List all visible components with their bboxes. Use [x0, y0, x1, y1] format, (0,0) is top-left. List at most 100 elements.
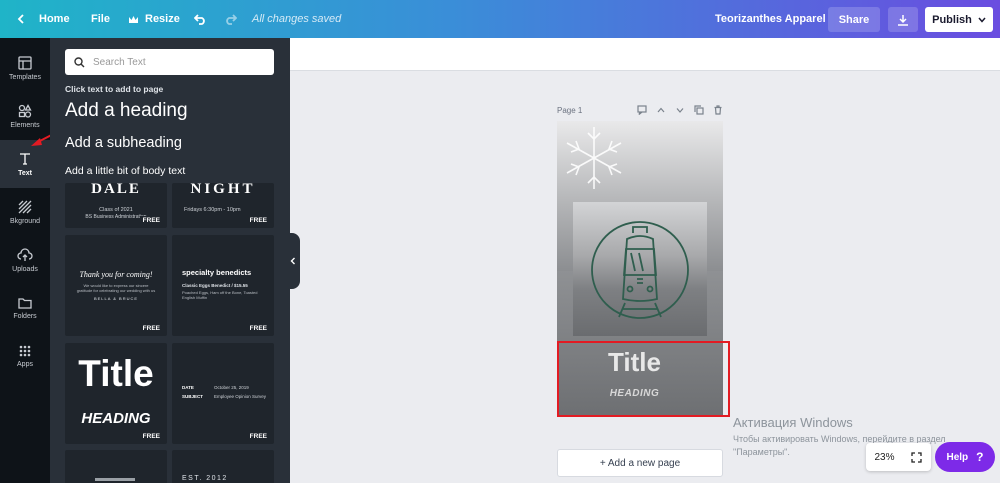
snowflake-icon[interactable] [557, 121, 632, 196]
rail-label-templates: Templates [9, 73, 41, 81]
page-delete-button[interactable] [712, 104, 723, 115]
template-sub-text: gratitude for celebrating our wedding wi… [76, 288, 156, 293]
template-main-text: specialty benedicts [182, 268, 252, 277]
template-sub-text: Fridays 6:30pm - 10pm [184, 207, 241, 213]
text-template-thank-you[interactable]: Thank you for coming! We would like to e… [65, 235, 167, 336]
page-note-button[interactable] [636, 104, 647, 115]
crown-icon [129, 15, 138, 23]
note-icon [636, 104, 647, 115]
panel-hint: Click text to add to page [65, 84, 164, 94]
rail-label-background: Bkground [10, 217, 40, 225]
brand-name[interactable]: Teorizanthes Apparel [715, 13, 826, 25]
trash-icon [714, 104, 721, 115]
rail-item-apps[interactable]: Apps [0, 332, 50, 380]
add-subheading-button[interactable]: Add a subheading [65, 135, 182, 151]
undo-icon [194, 13, 205, 25]
template-main-text: EST. 2012 [182, 475, 228, 482]
add-heading-button[interactable]: Add a heading [65, 100, 188, 122]
page-label: Page 1 [557, 106, 583, 115]
folders-icon [18, 297, 32, 309]
rail-item-templates[interactable]: Templates [0, 44, 50, 92]
undo-button[interactable] [194, 0, 207, 38]
rail-item-uploads[interactable]: Uploads [0, 236, 50, 284]
search-icon [74, 56, 85, 67]
text-template-night[interactable]: NIGHT Fridays 6:30pm - 10pm FREE [172, 183, 274, 228]
redo-button[interactable] [224, 0, 237, 38]
share-button[interactable]: Share [828, 7, 880, 32]
rail-item-folders[interactable]: Folders [0, 284, 50, 332]
windows-activation-title: Активация Windows [733, 415, 853, 430]
page-duplicate-button[interactable] [693, 104, 704, 115]
top-bar: Home File Resize All changes saved Teori… [0, 0, 1000, 38]
free-badge: FREE [246, 216, 270, 225]
text-template-dale[interactable]: DALE Class of 2021 BS Business Administr… [65, 183, 167, 228]
page-move-down-button[interactable] [674, 104, 685, 115]
text-template-title-heading[interactable]: Title HEADING FREE [65, 343, 167, 444]
chevron-left-icon [290, 257, 295, 265]
help-button[interactable]: Help ? [935, 442, 995, 472]
template-sub-text: Classic Eggs Benedict / $15.55 [182, 283, 248, 288]
zoom-level[interactable]: 23% [874, 452, 894, 463]
rail-item-background[interactable]: Bkground [0, 188, 50, 236]
free-badge: FREE [139, 324, 163, 333]
text-panel: Click text to add to page Add a heading … [50, 38, 290, 483]
download-icon [898, 14, 908, 26]
text-template-benedicts[interactable]: specialty benedicts Classic Eggs Benedic… [172, 235, 274, 336]
text-template-date-subject[interactable]: DATE October 25, 2019 SUBJECT Employee O… [172, 343, 274, 444]
help-label: Help [946, 451, 969, 463]
page-actions [636, 104, 723, 115]
free-badge: FREE [139, 216, 163, 225]
templates-icon [18, 55, 32, 70]
template-row-value: October 25, 2019 [214, 385, 249, 390]
free-badge: FREE [246, 432, 270, 441]
template-sub-text: English Muffin [182, 295, 208, 300]
text-icon [20, 152, 30, 165]
fullscreen-icon[interactable] [911, 451, 923, 463]
chevron-up-icon [657, 107, 664, 112]
rail-label-apps: Apps [17, 360, 33, 368]
publish-label: Publish [932, 13, 972, 26]
save-status: All changes saved [252, 13, 342, 25]
zoom-control[interactable]: 23% [866, 443, 931, 471]
apps-icon [19, 345, 31, 356]
template-row-label: DATE [182, 385, 194, 390]
file-label: File [91, 13, 110, 25]
back-arrow-icon [17, 14, 24, 24]
template-sub-text: BELLA & BRUCE [93, 296, 139, 301]
text-template-est[interactable]: EST. 2012 [172, 450, 274, 483]
text-template-partial[interactable] [65, 450, 167, 483]
collapse-panel-button[interactable] [286, 233, 300, 289]
home-button[interactable]: Home [17, 0, 70, 38]
selection-highlight [557, 341, 730, 417]
editor-toolbar [290, 38, 1000, 71]
chevron-down-icon [978, 17, 986, 23]
tram-icon[interactable] [573, 203, 707, 337]
file-menu[interactable]: File [91, 0, 110, 38]
template-row-label: SUBJECT [182, 394, 204, 399]
resize-button[interactable]: Resize [128, 0, 180, 38]
add-body-text-button[interactable]: Add a little bit of body text [65, 165, 185, 177]
publish-button[interactable]: Publish [925, 7, 993, 32]
home-label: Home [39, 13, 70, 25]
template-main-text: Title [78, 353, 154, 394]
template-row-value: Employee Opinion Survey [214, 394, 267, 399]
redo-icon [226, 13, 237, 25]
template-sub-text: HEADING [81, 410, 151, 427]
free-badge: FREE [246, 324, 270, 333]
template-sub-text: Class of 2021 [99, 207, 133, 213]
background-icon [18, 200, 32, 213]
side-rail: Templates Elements Text Bkground Uploads… [0, 38, 50, 483]
page-move-up-button[interactable] [655, 104, 666, 115]
template-placeholder-line [95, 478, 135, 481]
download-button[interactable] [888, 7, 918, 32]
uploads-icon [17, 247, 33, 261]
add-page-button[interactable]: + Add a new page [557, 449, 723, 477]
template-main-text: DALE [91, 183, 141, 197]
share-label: Share [838, 13, 870, 26]
elements-icon [18, 103, 32, 118]
search-box[interactable] [65, 49, 274, 75]
search-input[interactable] [93, 56, 263, 68]
chevron-down-icon [676, 107, 683, 113]
question-mark-icon: ? [976, 450, 984, 464]
template-main-text: NIGHT [190, 183, 256, 197]
